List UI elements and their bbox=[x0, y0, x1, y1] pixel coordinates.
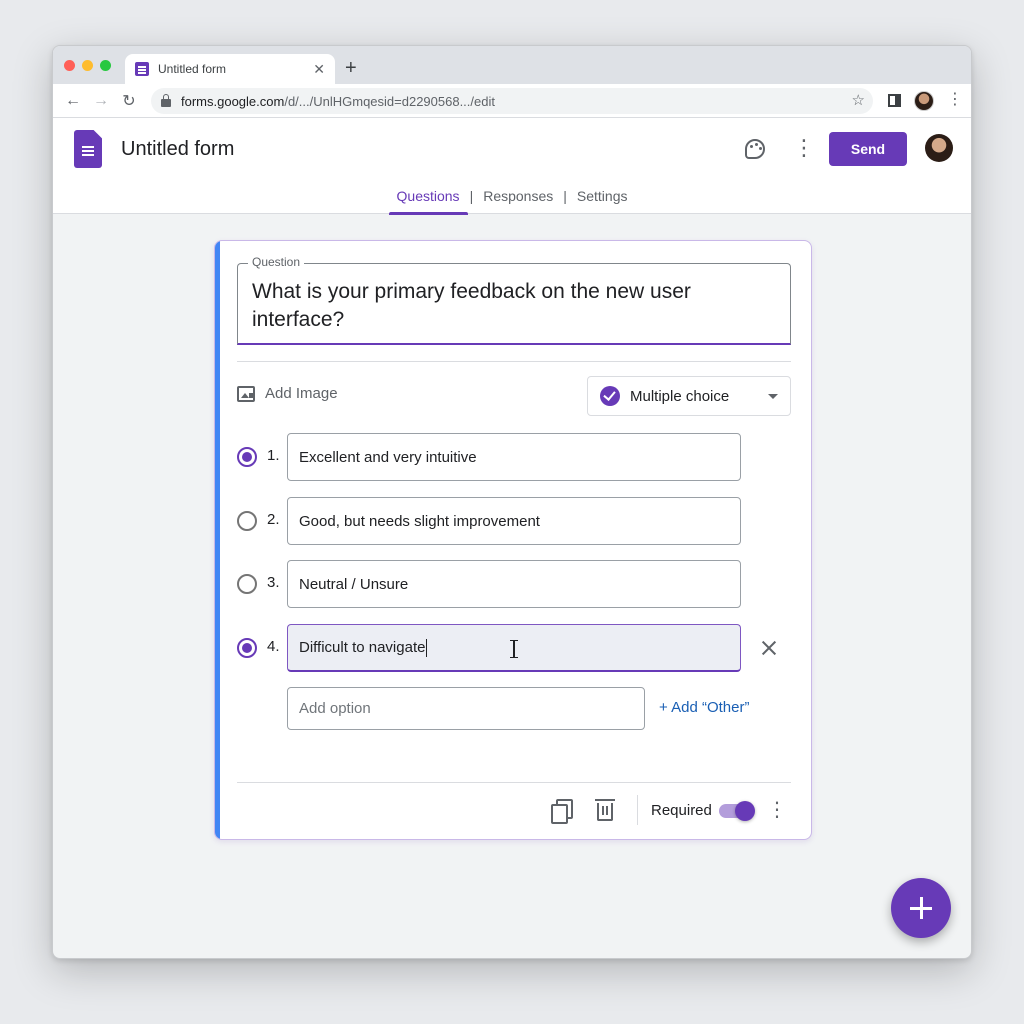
add-icon bbox=[910, 897, 932, 919]
form-title[interactable]: Untitled form bbox=[121, 138, 234, 161]
add-image-label: Add Image bbox=[265, 385, 338, 402]
back-button[interactable]: ← bbox=[59, 92, 87, 110]
option-number: 3. bbox=[267, 574, 280, 591]
forms-logo-icon[interactable] bbox=[74, 130, 102, 168]
palette-icon[interactable] bbox=[745, 139, 765, 159]
browser-menu-icon[interactable]: ⋮ bbox=[947, 91, 963, 109]
option-input[interactable]: Good, but needs slight improvement bbox=[287, 497, 741, 545]
divider bbox=[237, 782, 791, 783]
option-input[interactable]: Neutral / Unsure bbox=[287, 560, 741, 608]
option-row: 2. Good, but needs slight improvement bbox=[237, 497, 791, 545]
question-type-label: Multiple choice bbox=[630, 387, 730, 405]
forward-button[interactable]: → bbox=[87, 92, 115, 110]
required-toggle[interactable] bbox=[719, 801, 755, 821]
question-footer: Required ⋮ bbox=[237, 793, 791, 829]
add-option-input[interactable]: Add option bbox=[287, 687, 645, 730]
new-tab-button[interactable]: + bbox=[345, 56, 357, 80]
option-input-focused[interactable]: Difficult to navigate bbox=[287, 624, 741, 672]
text-caret bbox=[426, 638, 428, 657]
option-row: 4. Difficult to navigate bbox=[237, 624, 791, 672]
tab-separator: | bbox=[469, 188, 474, 204]
more-options-icon[interactable]: ⋮ bbox=[793, 136, 815, 160]
divider bbox=[237, 361, 791, 362]
option-input[interactable]: Excellent and very intuitive bbox=[287, 433, 741, 481]
tab-questions[interactable]: Questions bbox=[388, 184, 468, 215]
minimize-window-button[interactable] bbox=[82, 60, 93, 71]
question-field[interactable]: Question What is your primary feedback o… bbox=[237, 255, 791, 345]
option-number: 4. bbox=[267, 638, 280, 655]
url-path: /d/.../UnlHGmqesid=d2290568.../edit bbox=[284, 93, 495, 109]
option-row: 1. Excellent and very intuitive bbox=[237, 433, 791, 481]
tab-strip: Untitled form ✕ + bbox=[53, 46, 971, 84]
question-field-label: Question bbox=[248, 255, 305, 269]
option-input-text: Difficult to navigate bbox=[299, 639, 426, 656]
reload-button[interactable]: ↻ bbox=[115, 91, 143, 111]
option-radio[interactable] bbox=[237, 511, 257, 531]
forms-header: Untitled form ⋮ Send Questions | Respons… bbox=[53, 118, 971, 215]
dropdown-arrow-icon bbox=[768, 393, 778, 399]
bookmark-star-icon[interactable]: ☆ bbox=[852, 91, 865, 109]
image-icon bbox=[237, 385, 255, 402]
browser-profile-avatar[interactable] bbox=[914, 91, 934, 111]
account-avatar[interactable] bbox=[925, 134, 953, 162]
option-radio[interactable] bbox=[237, 638, 257, 658]
tab-settings[interactable]: Settings bbox=[569, 184, 636, 214]
question-type-dropdown[interactable]: Multiple choice bbox=[587, 376, 791, 416]
option-number: 2. bbox=[267, 511, 280, 528]
browser-tab-title: Untitled form bbox=[158, 62, 227, 76]
send-button[interactable]: Send bbox=[829, 132, 907, 166]
maximize-window-button[interactable] bbox=[100, 60, 111, 71]
lock-icon bbox=[161, 93, 171, 107]
browser-tab[interactable]: Untitled form ✕ bbox=[125, 54, 335, 84]
question-more-options-icon[interactable]: ⋮ bbox=[767, 799, 787, 821]
required-label: Required bbox=[651, 802, 712, 819]
browser-window: Untitled form ✕ + ← → ↻ forms.google.com… bbox=[52, 45, 972, 959]
question-card: Question What is your primary feedback o… bbox=[214, 240, 812, 840]
add-image-button[interactable]: Add Image bbox=[237, 385, 338, 402]
text-cursor-icon bbox=[510, 639, 518, 659]
forms-favicon-icon bbox=[135, 62, 149, 76]
question-text[interactable]: What is your primary feedback on the new… bbox=[252, 278, 776, 334]
tab-separator: | bbox=[563, 188, 567, 204]
form-tabs: Questions | Responses | Settings bbox=[53, 184, 971, 215]
browser-toolbar: ← → ↻ forms.google.com /d/.../UnlHGmqesi… bbox=[53, 84, 971, 118]
close-window-button[interactable] bbox=[64, 60, 75, 71]
url-host: forms.google.com bbox=[181, 93, 285, 109]
option-radio[interactable] bbox=[237, 447, 257, 467]
duplicate-copy-icon[interactable] bbox=[551, 799, 573, 824]
delete-trash-icon[interactable] bbox=[595, 799, 615, 821]
option-radio[interactable] bbox=[237, 574, 257, 594]
tab-responses[interactable]: Responses bbox=[475, 184, 561, 214]
close-tab-icon[interactable]: ✕ bbox=[313, 61, 325, 78]
add-other-link[interactable]: + Add “Other” bbox=[659, 699, 749, 716]
footer-divider bbox=[637, 795, 638, 825]
add-question-button[interactable] bbox=[891, 878, 951, 938]
check-circle-icon bbox=[600, 386, 620, 406]
address-bar[interactable]: forms.google.com /d/.../UnlHGmqesid=d229… bbox=[151, 88, 873, 114]
option-number: 1. bbox=[267, 447, 280, 464]
option-row: 3. Neutral / Unsure bbox=[237, 560, 791, 608]
remove-option-close-icon[interactable] bbox=[757, 636, 781, 660]
active-card-indicator bbox=[215, 241, 220, 839]
side-panel-icon[interactable] bbox=[888, 94, 901, 107]
